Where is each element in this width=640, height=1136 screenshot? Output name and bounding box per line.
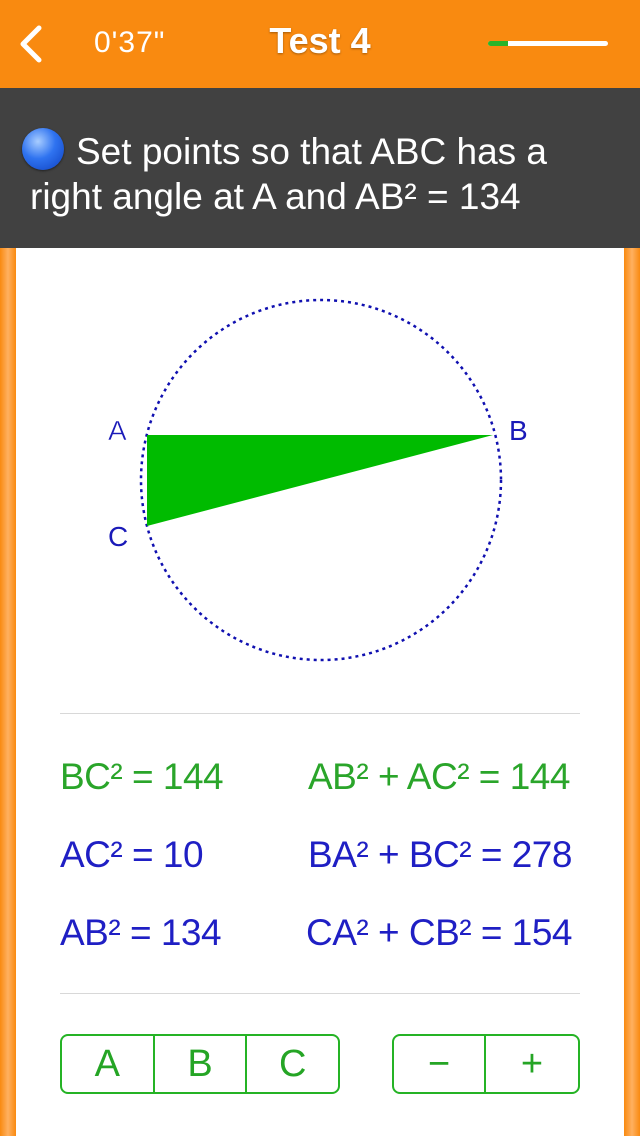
work-card: A B C BC² = 144 AC² = 10 AB² = 134 AB² +… [16, 248, 624, 1136]
select-point-c-button[interactable]: C [247, 1036, 338, 1092]
result-bc-squared: BC² = 144 [60, 756, 224, 797]
minus-button[interactable]: − [394, 1036, 487, 1092]
result-sum-at-a: AB² + AC² = 144 [308, 756, 570, 797]
select-point-a-button[interactable]: A [62, 1036, 155, 1092]
select-point-b-button[interactable]: B [155, 1036, 248, 1092]
progress-fill [488, 41, 509, 46]
plus-button[interactable]: + [486, 1036, 578, 1092]
geometry-figure[interactable]: A B C [16, 248, 624, 708]
result-ac-squared: AC² = 10 [60, 834, 204, 875]
point-label-c[interactable]: C [108, 521, 128, 552]
point-label-b[interactable]: B [509, 415, 528, 446]
divider-bottom [60, 993, 580, 994]
blue-ball-icon [22, 128, 64, 170]
result-sum-at-c: CA² + CB² = 154 [306, 912, 573, 953]
result-sum-at-b: BA² + BC² = 278 [308, 834, 572, 875]
instruction-line-2: right angle at A and AB² = 134 [30, 176, 521, 217]
instruction-panel: Set points so that ABC has a right angle… [0, 88, 640, 248]
top-bar: 0'37" Test 4 [0, 0, 640, 88]
result-ab-squared: AB² = 134 [60, 912, 222, 953]
point-selector: A B C [60, 1034, 340, 1094]
point-label-a[interactable]: A [108, 415, 128, 447]
divider-top [60, 713, 580, 714]
zoom-controls: − + [392, 1034, 580, 1094]
progress-bar [488, 41, 608, 46]
triangle-abc [147, 435, 493, 526]
instruction-line-1: Set points so that ABC has a [22, 128, 620, 174]
